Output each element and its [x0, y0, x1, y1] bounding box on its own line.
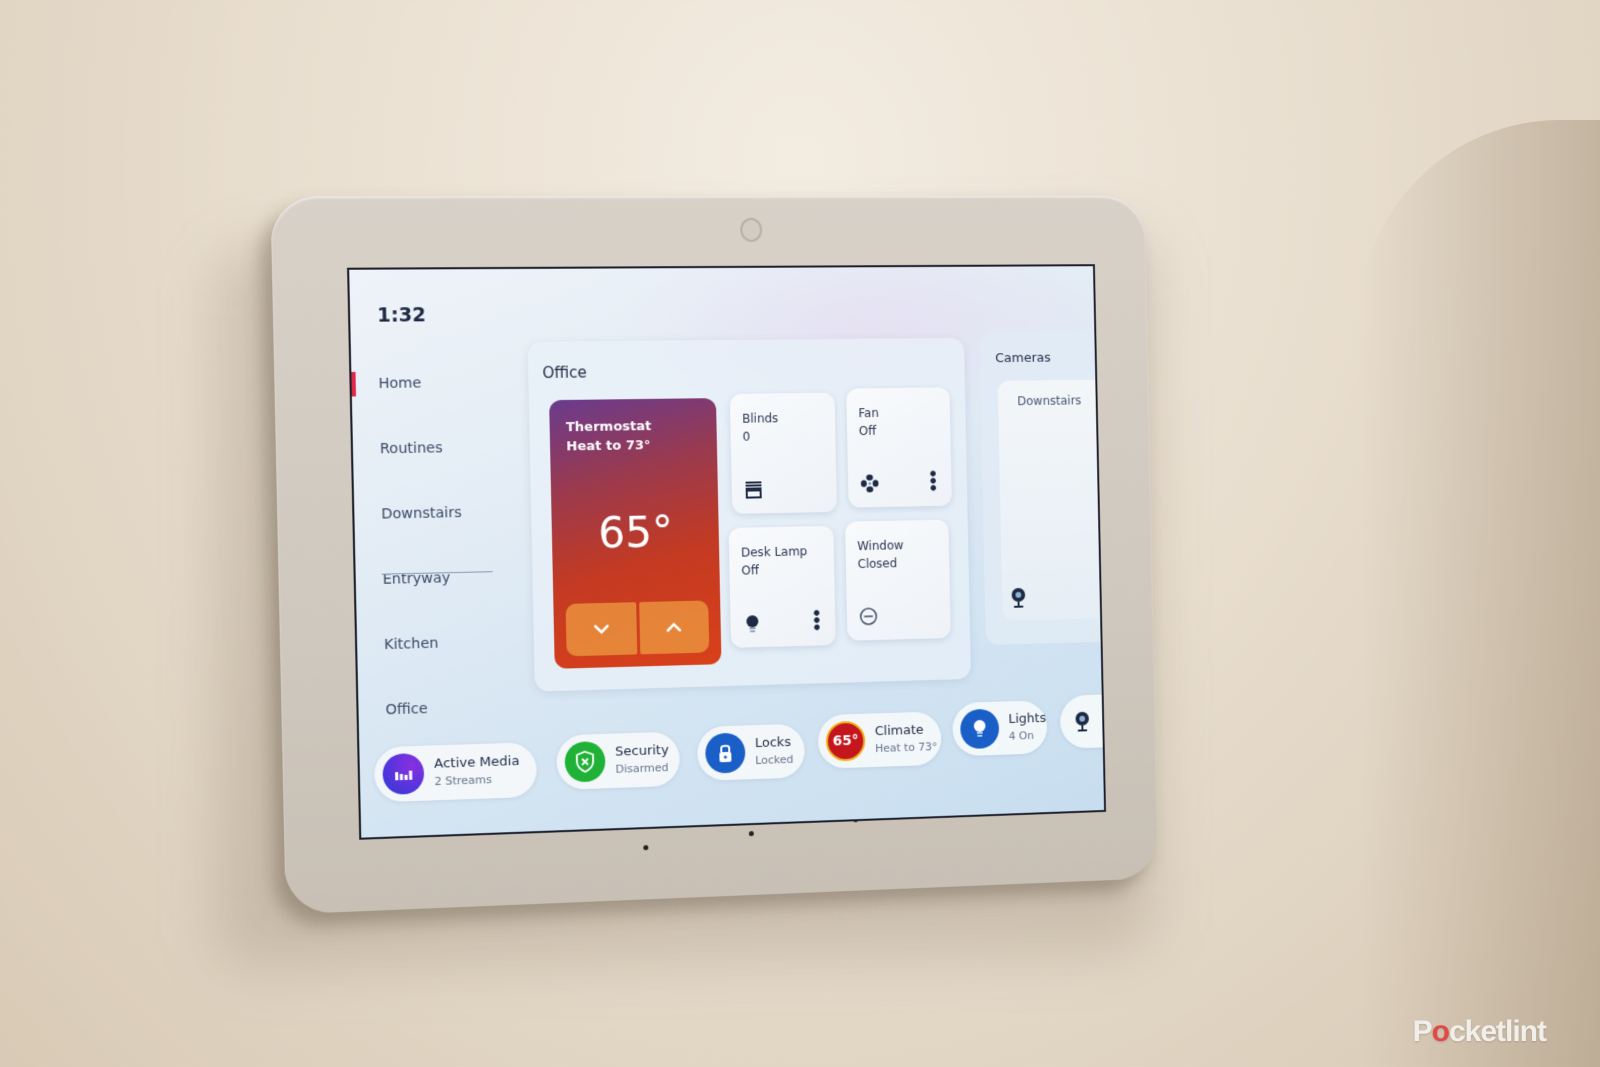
thermostat-name: Thermostat: [565, 418, 652, 436]
media-icon: [382, 752, 425, 796]
camera-icon: [1075, 711, 1090, 732]
chip-label: Locks: [754, 734, 792, 752]
device-tile-blinds[interactable]: Blinds 0: [729, 392, 837, 514]
tile-text: Fan Off: [858, 404, 879, 440]
chip-text: Locks Locked: [755, 734, 794, 769]
device-tile-fan[interactable]: Fan Off •••: [846, 387, 952, 508]
tile-text: Blinds 0: [742, 409, 779, 445]
panel-title: Cameras: [995, 350, 1051, 367]
chip-sub: 4 On: [1008, 729, 1035, 743]
chip-text: Lights 4 On: [1008, 710, 1046, 745]
minus-circle-icon: [859, 606, 879, 626]
camera-icon: [1011, 587, 1026, 608]
thermostat-current-temp: 65°: [597, 506, 674, 558]
microphone-hole: [643, 845, 649, 851]
chip-sub: Locked: [755, 752, 794, 768]
tile-text: Desk Lamp Off: [741, 542, 808, 579]
tile-state: Closed: [857, 556, 898, 572]
camera-name: Downstairs: [1017, 393, 1082, 409]
panel-title: Office: [542, 363, 587, 383]
cameras-panel: Cameras Downstairs: [979, 330, 1107, 645]
watermark-prefix: P: [1412, 1015, 1433, 1048]
thermostat-mode: Heat to 73°: [566, 438, 651, 455]
status-chip-security[interactable]: Security Disarmed: [556, 731, 681, 790]
status-chip-active-media[interactable]: Active Media 2 Streams: [373, 742, 538, 803]
camera-lens: [740, 217, 763, 242]
chip-sub: 2 Streams: [434, 772, 493, 789]
thermostat-header: Thermostat Heat to 73°: [566, 417, 652, 457]
status-chip-locks[interactable]: Locks Locked: [696, 723, 806, 782]
bulb-icon: [959, 708, 1000, 750]
sidebar-item-home[interactable]: Home: [351, 366, 507, 433]
sidebar-item-downstairs[interactable]: Downstairs: [354, 496, 510, 564]
temp-up-button[interactable]: [638, 600, 710, 655]
shield-x-icon: [564, 740, 606, 783]
watermark-suffix: cketlint: [1448, 1015, 1547, 1048]
tile-state: Off: [741, 563, 760, 578]
tile-state: 0: [742, 429, 751, 444]
more-options-button[interactable]: •••: [923, 469, 942, 491]
tile-label: Fan: [858, 405, 879, 421]
chevron-down-icon: [593, 624, 609, 634]
chip-text: Climate Heat to 73°: [875, 721, 938, 757]
status-chip-lights[interactable]: Lights 4 On: [952, 700, 1048, 757]
clock: 1:32: [376, 303, 427, 327]
thermostat-card[interactable]: Thermostat Heat to 73° 65°: [549, 398, 722, 669]
power-icon: o: [1431, 1015, 1450, 1048]
microphone-hole: [748, 831, 754, 837]
temperature-icon: 65°: [825, 720, 866, 762]
chip-text: Active Media 2 Streams: [434, 753, 520, 790]
more-options-button[interactable]: •••: [807, 608, 826, 630]
tile-label: Blinds: [742, 411, 779, 426]
wall-shadow-right: [1360, 120, 1600, 1067]
fan-icon: [860, 474, 879, 493]
tile-label: Window: [857, 538, 904, 554]
device-tile-window[interactable]: Window Closed: [845, 519, 951, 641]
sidebar-item-routines[interactable]: Routines: [353, 431, 509, 499]
sidebar-nav: Home Routines Downstairs Entryway Kitche…: [351, 366, 514, 760]
chip-text: Security Disarmed: [615, 742, 669, 778]
chip-sub: Heat to 73°: [875, 740, 938, 756]
tile-state: Off: [858, 423, 877, 438]
pocketlint-watermark: Pocketlint: [1412, 1015, 1547, 1049]
lock-icon: [705, 732, 746, 774]
status-chip-cameras[interactable]: [1059, 693, 1107, 749]
bulb-icon: [746, 615, 759, 633]
smart-display-device: 1:32 Home Routines Downstairs Entryway K…: [270, 195, 1159, 915]
chip-label: Lights: [1008, 711, 1047, 727]
display-screen: 1:32 Home Routines Downstairs Entryway K…: [347, 264, 1107, 840]
chip-label: Climate: [874, 722, 924, 740]
device-tile-desk-lamp[interactable]: Desk Lamp Off •••: [728, 525, 836, 648]
thermostat-controls: [565, 600, 710, 657]
status-chip-climate[interactable]: 65° Climate Heat to 73°: [817, 711, 942, 769]
office-panel: Office Thermostat Heat to 73° 65° Blinds…: [527, 337, 971, 692]
tile-label: Desk Lamp: [740, 544, 808, 560]
tile-text: Window Closed: [857, 536, 904, 573]
camera-tile-downstairs[interactable]: Downstairs: [997, 379, 1107, 621]
blinds-icon: [743, 481, 763, 499]
sidebar-item-kitchen[interactable]: Kitchen: [357, 625, 513, 694]
chip-sub: Disarmed: [615, 760, 669, 776]
chip-label: Security: [615, 742, 669, 760]
chevron-up-icon: [666, 622, 682, 632]
temp-down-button[interactable]: [565, 602, 637, 657]
